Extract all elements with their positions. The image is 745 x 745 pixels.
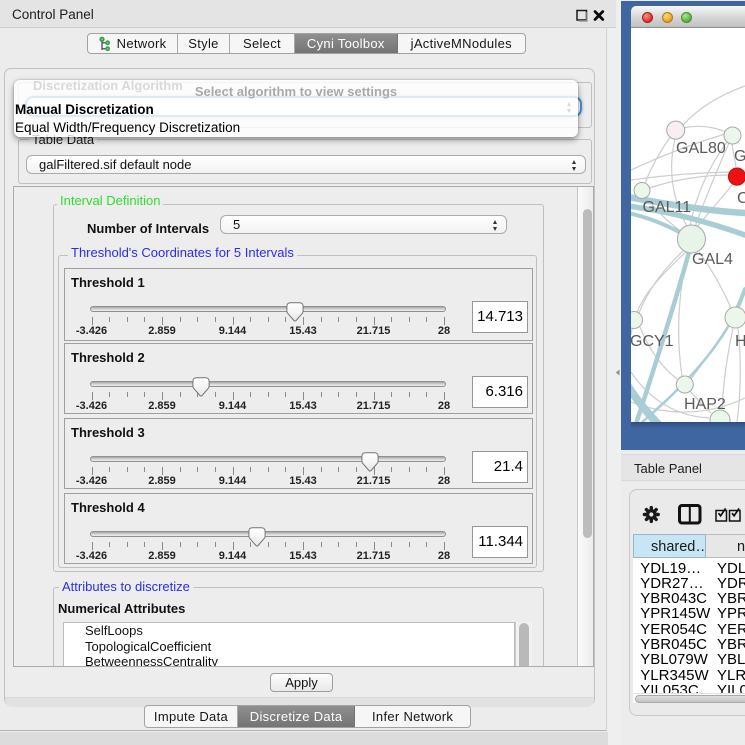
svg-text:GAL11: GAL11 <box>643 199 692 216</box>
svg-text:GAL4: GAL4 <box>692 251 733 268</box>
svg-text:GA: GA <box>734 148 745 165</box>
svg-text:GAL80: GAL80 <box>676 140 726 157</box>
svg-text:GCY1: GCY1 <box>631 333 674 350</box>
svg-text:HAP2: HAP2 <box>684 396 726 413</box>
svg-text:C: C <box>737 190 745 207</box>
svg-text:H: H <box>735 333 745 350</box>
